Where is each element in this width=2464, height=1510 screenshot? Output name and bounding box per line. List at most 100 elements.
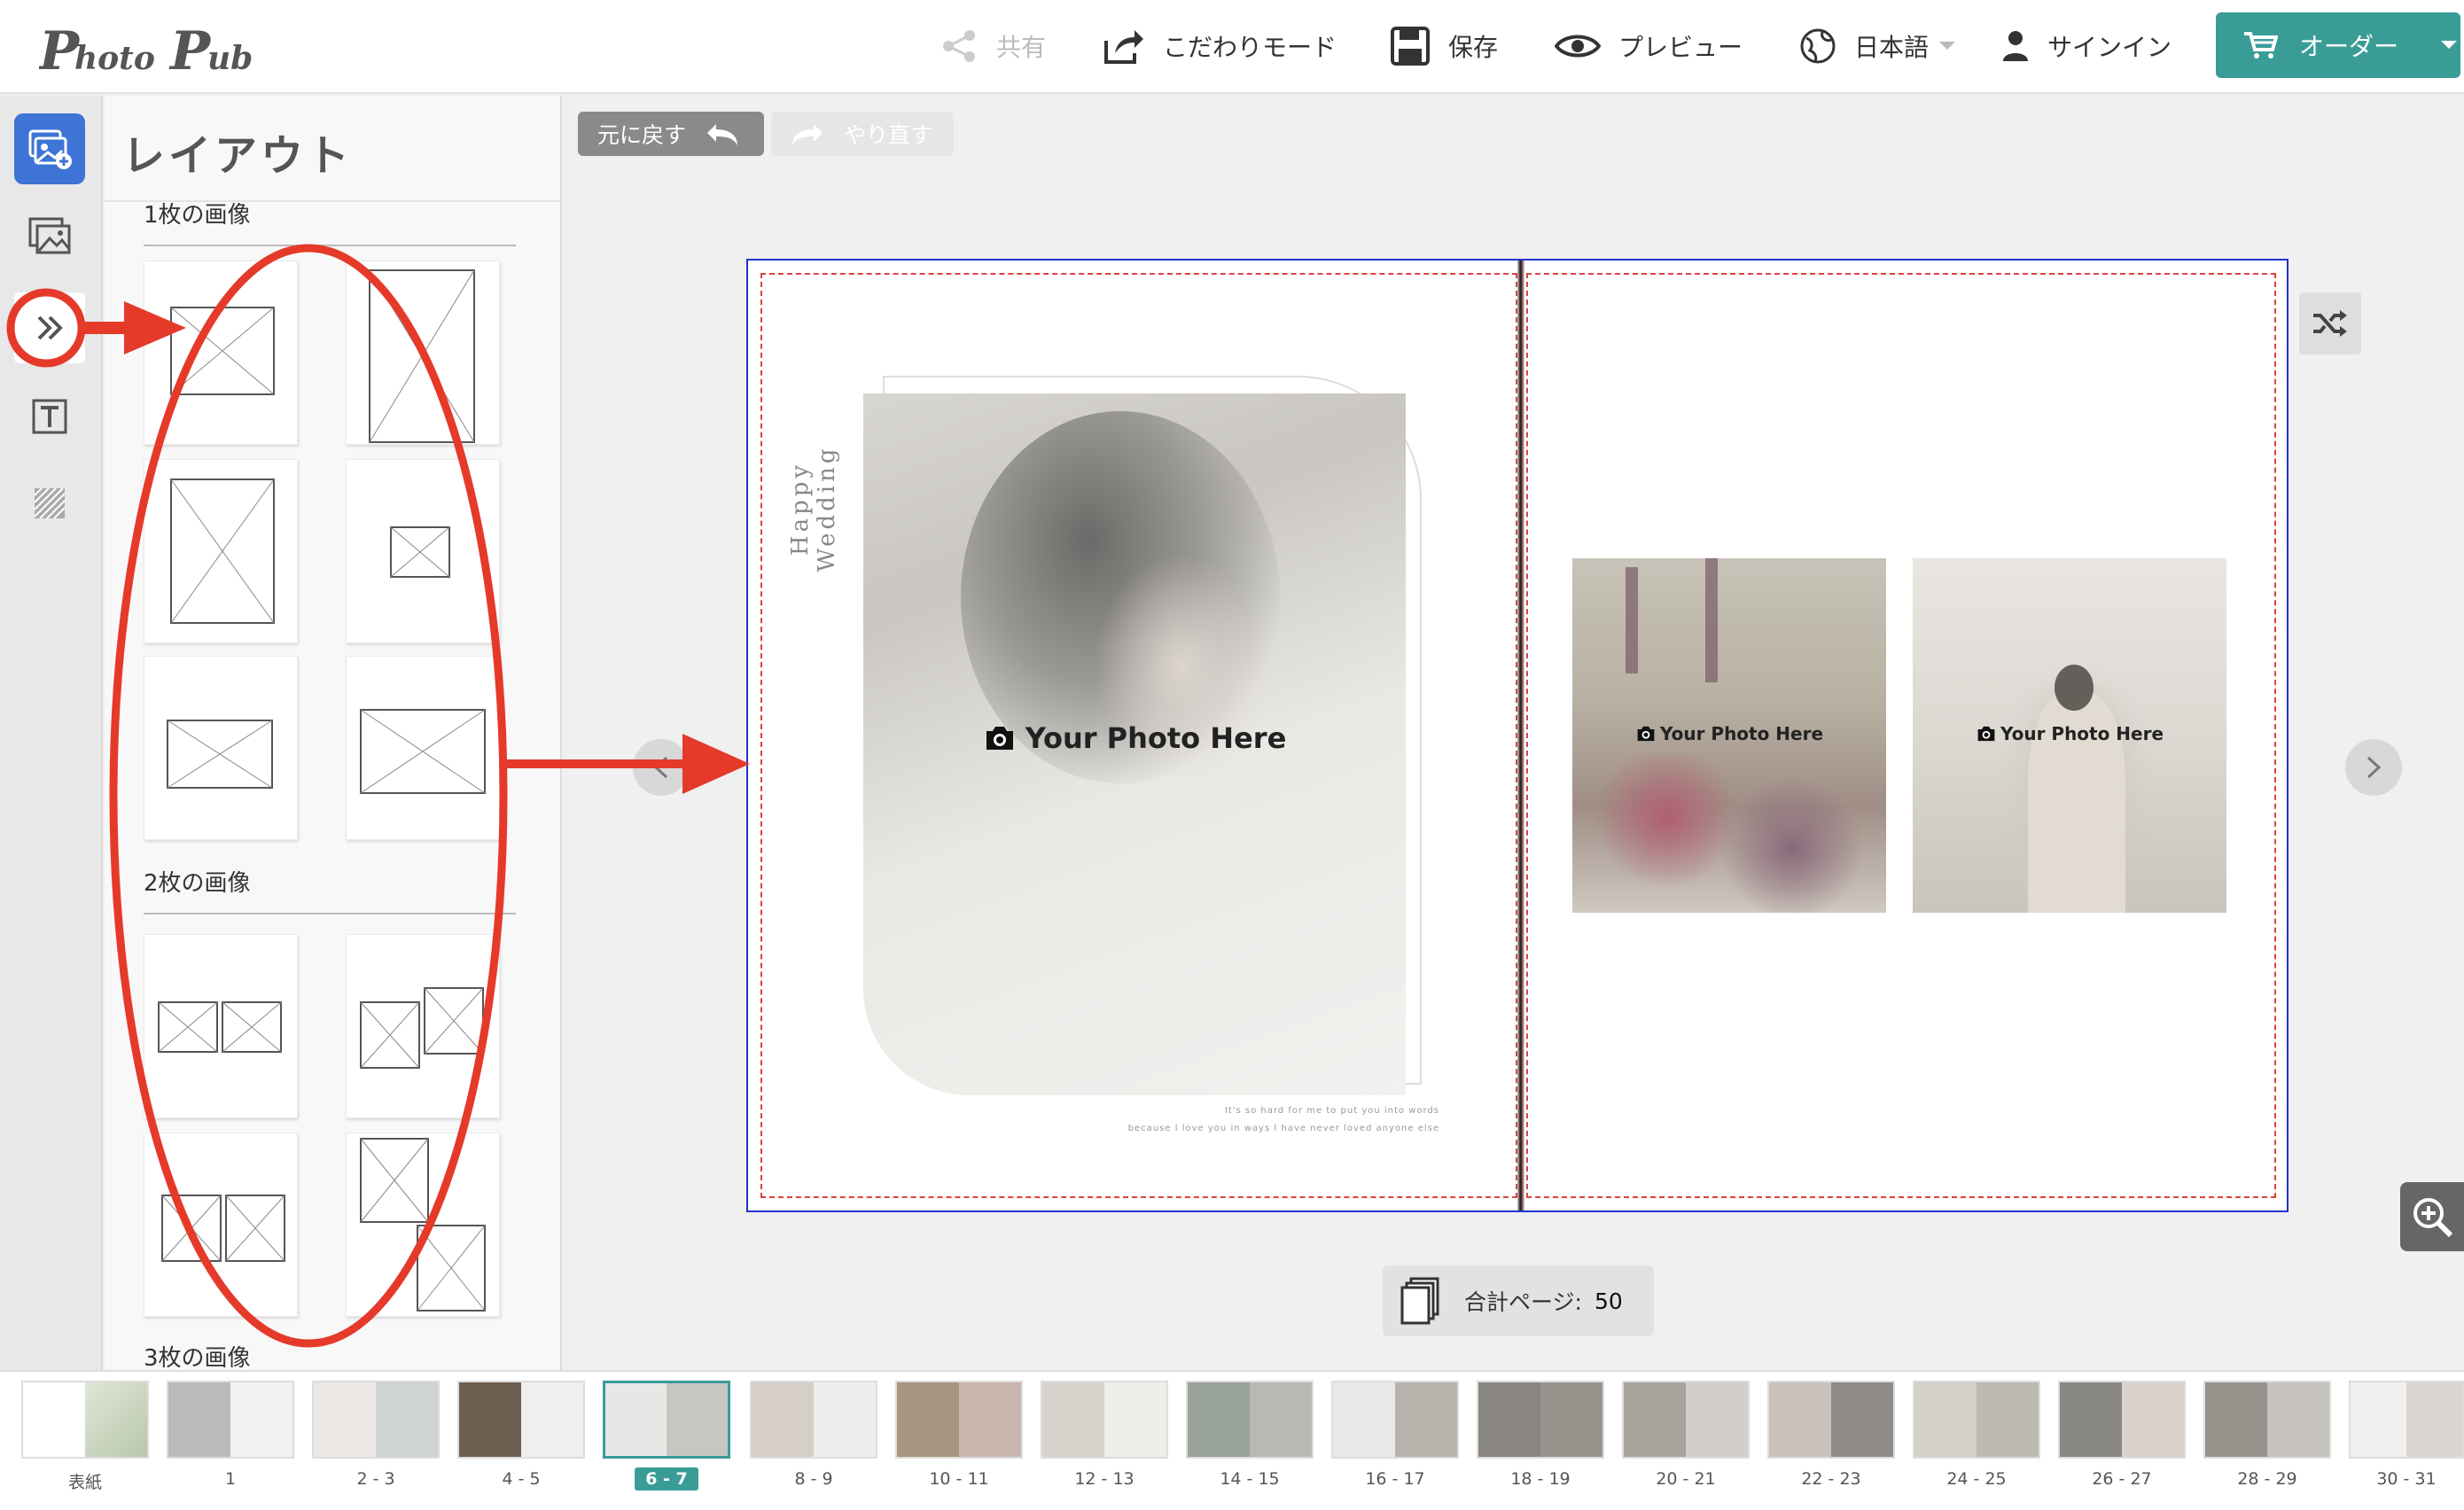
section-divider	[144, 913, 516, 915]
signin-button[interactable]: サインイン	[2001, 21, 2172, 71]
undo-button[interactable]: 元に戻す	[578, 112, 764, 156]
camera-icon	[986, 727, 1013, 750]
thumbnail-page[interactable]	[895, 1381, 1023, 1459]
annotation-arrow-head	[682, 734, 750, 794]
thumbnail-label: 14 - 15	[1220, 1469, 1280, 1489]
advanced-mode-button[interactable]: こだわりモード	[1103, 21, 1337, 71]
thumbnail-page[interactable]	[1041, 1381, 1168, 1459]
thumbnail-page-current[interactable]	[603, 1381, 730, 1459]
svg-text:hoto: hoto	[74, 40, 155, 77]
export-icon	[1104, 30, 1143, 64]
order-button[interactable]: オーダー	[2216, 12, 2460, 78]
thumb-page-right	[1977, 1382, 2039, 1457]
next-page-button[interactable]	[2345, 739, 2402, 796]
preview-label: プレビュー	[1618, 33, 1743, 62]
thumbnail-label: 18 - 19	[1510, 1469, 1571, 1489]
globe-icon	[1800, 28, 1836, 64]
thumbnail-page[interactable]	[167, 1381, 294, 1459]
thumb-page-left	[605, 1383, 667, 1456]
cart-icon	[2244, 32, 2278, 58]
thumbnail-page[interactable]	[2349, 1381, 2464, 1459]
text-icon	[32, 399, 67, 434]
thumbnail-label: 10 - 11	[929, 1469, 989, 1489]
thumbnail-cover[interactable]	[21, 1381, 149, 1459]
user-icon	[2003, 31, 2028, 61]
layout-tile[interactable]	[346, 934, 500, 1118]
share-button[interactable]: 共有	[940, 21, 1046, 71]
camera-icon	[1977, 726, 1995, 742]
thumbnail-page[interactable]	[312, 1381, 440, 1459]
thumbnail-label-current: 6 - 7	[603, 1467, 730, 1491]
image-icon	[28, 217, 71, 254]
thumb-page-left	[752, 1382, 814, 1457]
save-button[interactable]: 保存	[1390, 21, 1498, 71]
section-title-1-photo: 1枚の画像	[144, 202, 251, 229]
undo-label: 元に戻す	[597, 122, 687, 148]
thumb-page-left	[23, 1382, 85, 1457]
head-shape	[2055, 665, 2094, 711]
top-header: P hoto P ub 共有 こだわりモード 保存 プレビュー 日本語 サインイ…	[0, 0, 2464, 94]
thumb-page-left	[459, 1382, 521, 1457]
layout-tile[interactable]	[144, 261, 298, 445]
panel-title: レイアウト	[122, 131, 354, 181]
caption-text[interactable]: It's so hard for me to put you into word…	[1014, 1102, 1439, 1138]
layout-tile[interactable]	[144, 656, 298, 840]
previous-page-button[interactable]	[633, 739, 690, 796]
thumb-page-right	[1104, 1382, 1166, 1457]
thumb-page-left	[2351, 1382, 2406, 1457]
preview-button[interactable]: プレビュー	[1555, 21, 1743, 71]
thumbnail-label: 26 - 27	[2092, 1469, 2152, 1489]
photo-add-icon	[28, 129, 72, 169]
thumb-page-left	[1042, 1382, 1104, 1457]
thumb-page-right	[2267, 1382, 2329, 1457]
right-photo-slot-1[interactable]: Your Photo Here	[1572, 558, 1886, 913]
main-photo-slot[interactable]: Your Photo Here	[863, 393, 1406, 1095]
thumbnail-page[interactable]	[1913, 1381, 2040, 1459]
zoom-in-icon	[2413, 1198, 2453, 1238]
thumbnail-page[interactable]	[457, 1381, 585, 1459]
thumbnail-page[interactable]	[750, 1381, 877, 1459]
thumbnail-label: 12 - 13	[1074, 1469, 1135, 1489]
page-spread: Happy Wedding Your Photo Here It's so ha…	[746, 259, 2289, 1212]
layout-tile[interactable]	[346, 1132, 500, 1317]
thumb-page-left	[168, 1382, 230, 1457]
share-icon	[943, 30, 975, 62]
add-photo-tool[interactable]	[14, 113, 85, 184]
thumbnail-page[interactable]	[1477, 1381, 1604, 1459]
layout-tile[interactable]	[346, 656, 500, 840]
thumb-page-left	[1769, 1382, 1831, 1457]
signin-label: サインイン	[2047, 33, 2172, 62]
thumb-page-left	[1188, 1382, 1250, 1457]
thumb-page-left	[314, 1382, 376, 1457]
thumbnail-page[interactable]	[1186, 1381, 1314, 1459]
layout-tile[interactable]	[346, 459, 500, 643]
layout-tile[interactable]	[144, 459, 298, 643]
thumbnail-page[interactable]	[2058, 1381, 2186, 1459]
thumbnail-page[interactable]	[1622, 1381, 1750, 1459]
photopub-logo[interactable]: P hoto P ub	[37, 14, 287, 83]
layout-tile[interactable]	[346, 261, 500, 445]
vertical-title-text[interactable]: Happy Wedding	[787, 393, 840, 606]
thumbnail-page[interactable]	[1331, 1381, 1459, 1459]
thumb-page-right	[230, 1382, 292, 1457]
thumb-page-left	[2205, 1382, 2267, 1457]
language-select[interactable]: 日本語	[1799, 21, 1957, 71]
thumb-page-left	[2060, 1382, 2122, 1457]
right-photo-slot-2[interactable]: Your Photo Here	[1913, 558, 2226, 913]
thumbnail-label: 24 - 25	[1946, 1469, 2007, 1489]
background-tool[interactable]	[14, 468, 85, 539]
zoom-button[interactable]	[2400, 1182, 2464, 1251]
thumbnail-page[interactable]	[1767, 1381, 1895, 1459]
redo-label: やり直す	[844, 122, 933, 148]
text-tool[interactable]	[14, 381, 85, 452]
thumbnail-page[interactable]	[2203, 1381, 2331, 1459]
photo-placeholder-label: Your Photo Here	[1913, 723, 2226, 744]
images-tool[interactable]	[14, 200, 85, 271]
shuffle-layout-button[interactable]	[2299, 292, 2361, 354]
photo-placeholder-label: Your Photo Here	[1572, 723, 1886, 744]
layout-tile[interactable]	[144, 1132, 298, 1317]
redo-button[interactable]: やり直す	[771, 112, 954, 156]
layout-tool[interactable]	[14, 292, 85, 363]
thumbnail-label: 2 - 3	[356, 1469, 395, 1489]
layout-tile[interactable]	[144, 934, 298, 1118]
